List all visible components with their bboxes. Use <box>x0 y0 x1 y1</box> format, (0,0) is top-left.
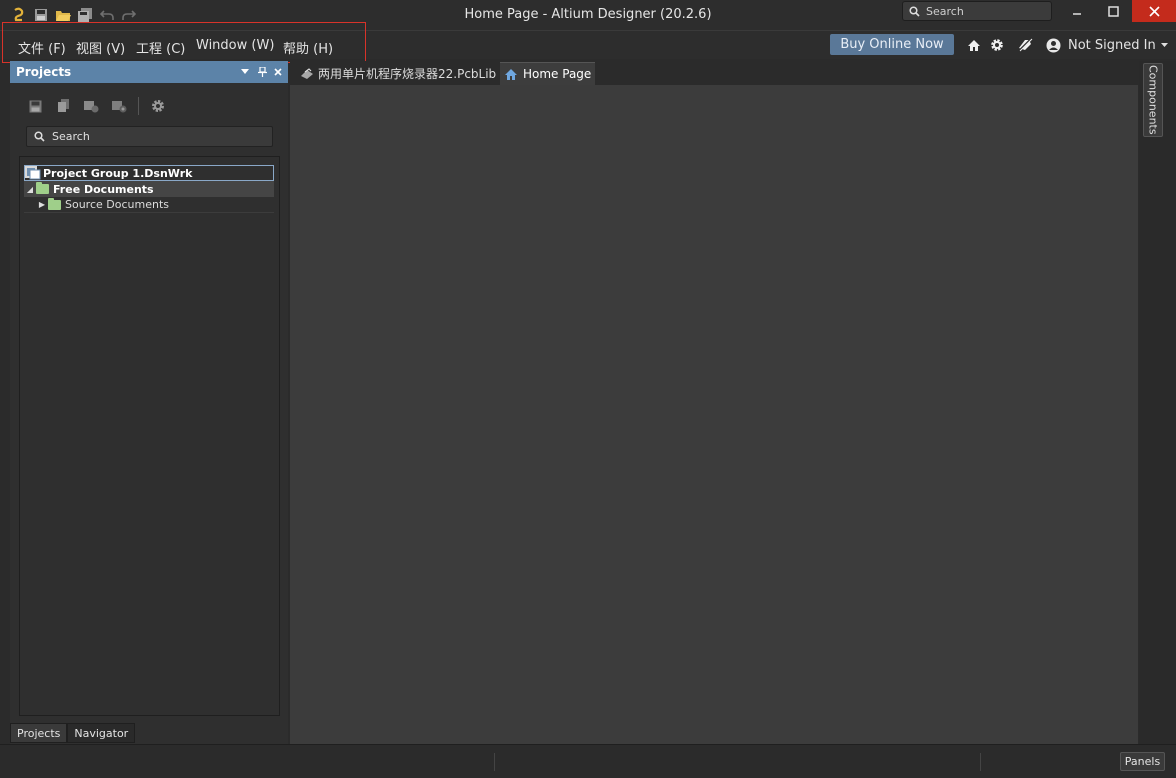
tree-item-project-group[interactable]: Project Group 1.DsnWrk <box>24 165 274 181</box>
collapsed-caret-icon[interactable]: ▶ <box>36 200 48 209</box>
tab-navigator[interactable]: Navigator <box>67 723 136 743</box>
panels-button[interactable]: Panels <box>1120 752 1165 771</box>
tab-pcblib-document[interactable]: 两用单片机程序烧录器22.PcbLib <box>296 62 500 85</box>
status-bar: Panels <box>0 744 1176 778</box>
panel-menu-dropdown-icon[interactable] <box>238 65 252 79</box>
tab-projects[interactable]: Projects <box>10 723 68 743</box>
panel-close-icon[interactable] <box>271 65 285 79</box>
tree-item-label: Source Documents <box>65 198 169 211</box>
app-logo-icon[interactable] <box>10 6 28 24</box>
gear-icon[interactable] <box>987 35 1007 55</box>
tree-item-source-documents[interactable]: ▶ Source Documents <box>24 197 274 213</box>
projects-search-placeholder: Search <box>52 130 90 143</box>
components-panel-tab[interactable]: Components <box>1143 63 1163 137</box>
notifications-off-icon[interactable] <box>1015 35 1035 55</box>
global-search-placeholder: Search <box>926 4 964 18</box>
save-project-icon[interactable] <box>24 95 46 117</box>
home-icon <box>505 68 517 80</box>
global-search-input[interactable]: Search <box>902 1 1052 21</box>
projects-panel-toolbar <box>24 95 169 117</box>
projects-panel-title: Projects <box>16 65 72 79</box>
tree-item-free-documents[interactable]: ◢ Free Documents <box>24 181 274 197</box>
menu-view[interactable]: 视图 (V) <box>76 38 125 57</box>
project-settings-icon[interactable] <box>108 95 130 117</box>
status-separator <box>494 753 495 771</box>
open-folder-icon[interactable] <box>54 6 72 24</box>
project-group-icon <box>25 166 41 180</box>
pin-icon[interactable] <box>255 65 269 79</box>
home-icon[interactable] <box>964 35 984 55</box>
menu-help[interactable]: 帮助 (H) <box>283 38 333 57</box>
tree-item-label: Project Group 1.DsnWrk <box>43 166 193 180</box>
menu-project[interactable]: 工程 (C) <box>136 38 185 57</box>
tree-item-label: Free Documents <box>53 182 154 196</box>
pcb-library-icon <box>301 67 313 79</box>
search-icon <box>909 5 920 17</box>
redo-icon[interactable] <box>120 6 138 24</box>
tab-label: Home Page <box>523 67 592 81</box>
tab-label: 两用单片机程序烧录器22.PcbLib <box>318 67 497 81</box>
minimize-icon <box>1073 13 1081 15</box>
projects-panel-header: Projects <box>10 61 288 83</box>
user-label: Not Signed In <box>1068 37 1156 53</box>
search-icon <box>34 131 45 142</box>
projects-search-input[interactable]: Search <box>26 126 273 147</box>
compile-project-icon[interactable] <box>52 95 74 117</box>
tab-home-page[interactable]: Home Page <box>500 62 596 85</box>
menu-window[interactable]: Window (W) <box>196 38 274 53</box>
menu-file[interactable]: 文件 (F) <box>18 38 66 57</box>
buy-online-button[interactable]: Buy Online Now <box>830 34 954 55</box>
gear-icon[interactable] <box>147 95 169 117</box>
user-account-menu[interactable]: Not Signed In <box>1046 34 1168 56</box>
close-icon <box>1148 5 1160 17</box>
undo-icon[interactable] <box>98 6 116 24</box>
title-bar: Home Page - Altium Designer (20.2.6) Sea… <box>0 0 1176 30</box>
folder-icon <box>36 182 49 194</box>
minimize-button[interactable] <box>1057 0 1097 22</box>
status-separator <box>980 753 981 771</box>
maximize-button[interactable] <box>1093 0 1133 22</box>
right-panel-strip <box>1139 61 1176 744</box>
document-tab-bar: 两用单片机程序烧录器22.PcbLib Home Page <box>290 61 1138 85</box>
project-tree: Project Group 1.DsnWrk ◢ Free Documents … <box>19 156 280 716</box>
close-button[interactable] <box>1132 0 1176 22</box>
folder-icon <box>48 197 61 210</box>
toolbar-separator <box>138 97 139 115</box>
projects-panel: Projects Search Project Group 1.DsnWrk ◢… <box>10 61 288 744</box>
user-icon <box>1046 38 1061 52</box>
maximize-icon <box>1107 5 1119 17</box>
editor-area[interactable] <box>290 85 1138 744</box>
expanded-caret-icon[interactable]: ◢ <box>24 185 36 194</box>
components-tab-label: Components <box>1146 65 1160 135</box>
project-options-icon[interactable] <box>80 95 102 117</box>
save-all-icon[interactable] <box>76 6 94 24</box>
panel-bottom-tabs: Projects Navigator <box>10 723 136 743</box>
chevron-down-icon <box>1160 42 1168 47</box>
save-icon[interactable] <box>32 6 50 24</box>
